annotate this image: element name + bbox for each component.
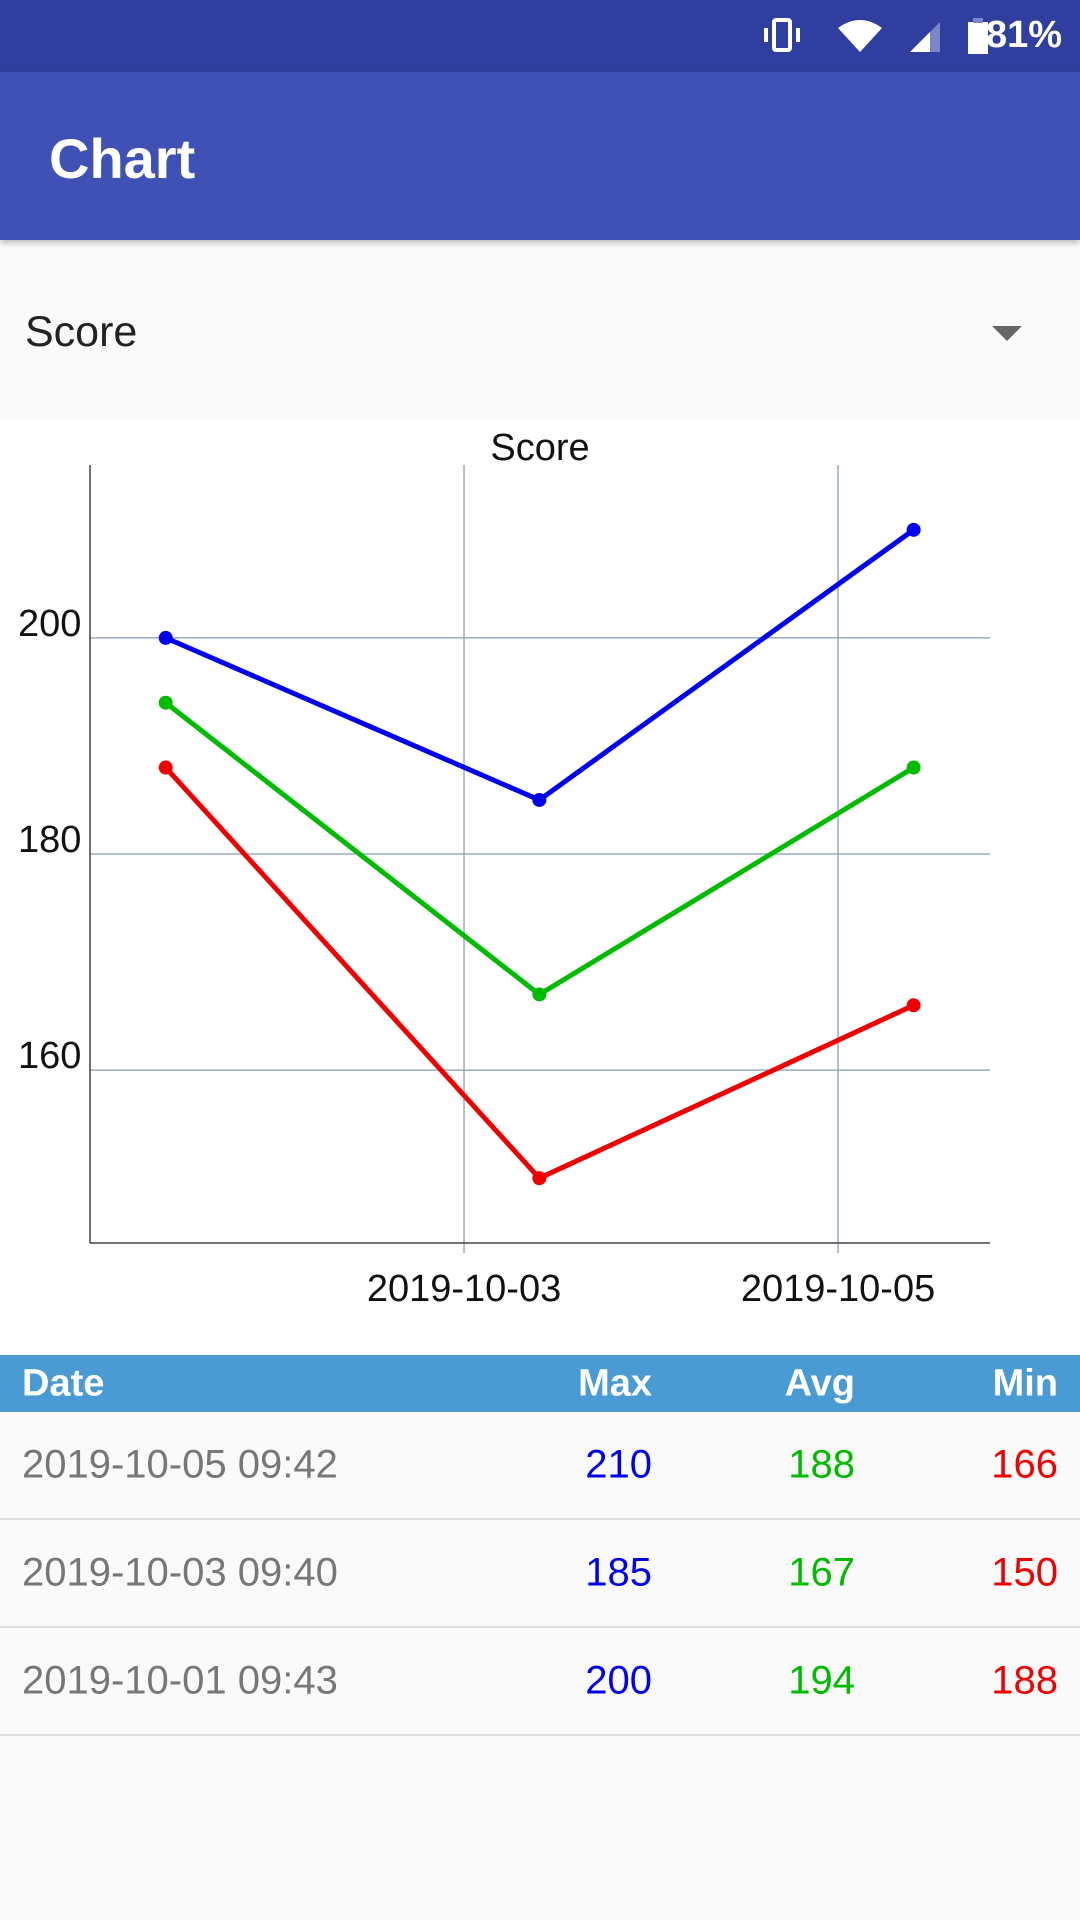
cell-min: 166: [991, 1442, 1058, 1487]
chart-title: Score: [490, 427, 589, 469]
header-min: Min: [992, 1362, 1058, 1404]
data-point-avg: [906, 760, 921, 775]
app-bar: Chart: [0, 72, 1080, 240]
table-row[interactable]: 2019-10-05 09:42 210 188 166: [0, 1412, 1080, 1520]
data-point-avg: [532, 987, 547, 1002]
table-row[interactable]: 2019-10-03 09:40 185 167 150: [0, 1520, 1080, 1628]
chart: Score 160 180 200 2019-10-03 2019-10-05: [0, 420, 1080, 1355]
data-table: Date Max Avg Min 2019-10-05 09:42 210 188 1…: [0, 1355, 1080, 1736]
status-bar: 81%: [0, 0, 1080, 72]
series-line-max: [164, 527, 916, 803]
data-point-min: [906, 998, 921, 1013]
status-icons: [764, 18, 988, 54]
line-chart: Score 160 180 200 2019-10-03 2019-10-05: [18, 427, 990, 1310]
battery-percent: 81%: [985, 14, 1062, 56]
data-point-max: [532, 792, 547, 807]
series-line-avg: [164, 700, 915, 998]
cell-avg: 167: [788, 1550, 855, 1595]
table-row[interactable]: 2019-10-01 09:43 200 194 188: [0, 1628, 1080, 1736]
series-line-min: [163, 765, 915, 1182]
cell-max: 210: [585, 1442, 652, 1487]
data-point-avg: [158, 695, 173, 710]
signal-no-sim-icon: [910, 22, 940, 52]
data-point-max: [158, 630, 173, 645]
cell-avg: 194: [788, 1658, 855, 1703]
table-header: Date Max Avg Min: [0, 1355, 1080, 1412]
data-point-min: [532, 1171, 547, 1186]
header-avg: Avg: [784, 1362, 855, 1404]
chevron-down-icon: [992, 326, 1022, 341]
cell-min: 188: [991, 1658, 1058, 1703]
cell-max: 200: [585, 1658, 652, 1703]
x-tick-label: 2019-10-03: [367, 1268, 561, 1310]
app-title: Chart: [49, 127, 196, 190]
y-tick-label: 180: [18, 819, 81, 861]
cell-avg: 188: [788, 1442, 855, 1487]
wifi-icon: [838, 20, 882, 52]
header-max: Max: [578, 1362, 652, 1404]
dropdown-value: Score: [25, 308, 138, 356]
metric-dropdown[interactable]: Score: [0, 240, 1080, 420]
data-point-min: [158, 760, 173, 775]
header-date: Date: [22, 1362, 105, 1404]
y-tick-label: 160: [18, 1035, 81, 1077]
cell-date: 2019-10-01 09:43: [22, 1658, 338, 1703]
cell-date: 2019-10-05 09:42: [22, 1442, 338, 1487]
x-tick-label: 2019-10-05: [741, 1268, 935, 1310]
vibrate-icon: [764, 18, 800, 52]
cell-max: 185: [585, 1550, 652, 1595]
cell-date: 2019-10-03 09:40: [22, 1550, 338, 1595]
cell-min: 150: [991, 1550, 1058, 1595]
y-tick-label: 200: [18, 603, 81, 645]
data-point-max: [906, 522, 921, 537]
